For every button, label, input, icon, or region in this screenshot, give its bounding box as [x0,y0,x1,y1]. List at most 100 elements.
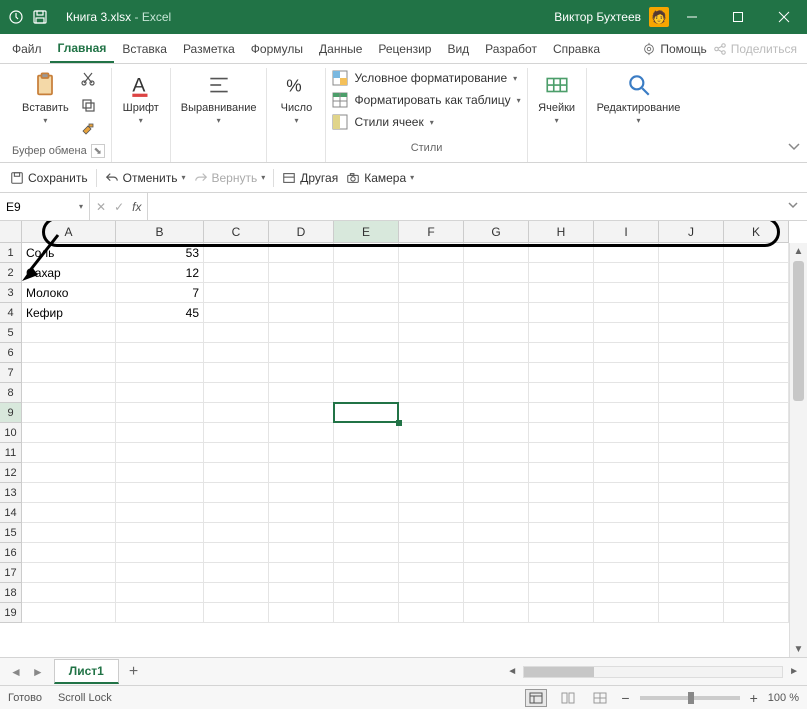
cell[interactable] [116,363,204,383]
cell[interactable] [269,343,334,363]
cell[interactable] [529,323,594,343]
cell[interactable] [659,483,724,503]
cell[interactable] [594,363,659,383]
cancel-formula-button[interactable]: ✕ [96,200,106,214]
cell[interactable] [334,443,399,463]
cell[interactable] [659,323,724,343]
cell[interactable] [724,503,789,523]
cell[interactable] [594,383,659,403]
cell[interactable] [116,383,204,403]
cell[interactable] [399,603,464,623]
cell[interactable] [204,283,269,303]
row-header[interactable]: 17 [0,563,22,583]
cell[interactable] [464,303,529,323]
cell[interactable] [22,583,116,603]
cell[interactable] [594,483,659,503]
cell[interactable] [269,563,334,583]
cell[interactable] [204,483,269,503]
cell[interactable] [594,543,659,563]
scroll-left-button[interactable]: ◄ [503,666,521,677]
cell[interactable] [269,243,334,263]
cell[interactable] [464,343,529,363]
cell[interactable] [399,343,464,363]
cell[interactable] [724,543,789,563]
tab-home[interactable]: Главная [50,34,115,63]
cell[interactable] [399,323,464,343]
cell[interactable] [22,483,116,503]
zoom-out-button[interactable]: − [621,690,629,706]
cells-button[interactable]: Ячейки ▾ [534,68,580,127]
tab-review[interactable]: Рецензир [370,34,439,63]
row-header[interactable]: 6 [0,343,22,363]
cell[interactable]: Кефир [22,303,116,323]
cell[interactable] [464,523,529,543]
cell[interactable] [399,403,464,423]
other-button[interactable]: Другая [282,171,338,185]
cell[interactable] [22,343,116,363]
copy-button[interactable] [77,94,99,116]
cell[interactable] [204,603,269,623]
paste-button[interactable]: Вставить ▾ [18,68,73,127]
cell[interactable] [399,283,464,303]
cell[interactable] [334,243,399,263]
cell[interactable] [399,263,464,283]
alignment-button[interactable]: Выравнивание ▾ [177,68,261,127]
cell[interactable] [334,583,399,603]
cell[interactable] [334,323,399,343]
tab-formulas[interactable]: Формулы [243,34,311,63]
cell[interactable] [659,343,724,363]
cell[interactable]: 12 [116,263,204,283]
row-header[interactable]: 11 [0,443,22,463]
cell[interactable] [204,503,269,523]
cell[interactable] [529,583,594,603]
hscrollbar-thumb[interactable] [524,667,594,677]
scroll-up-button[interactable]: ▲ [790,243,807,259]
cell[interactable] [334,563,399,583]
cell[interactable] [399,483,464,503]
cell[interactable] [204,523,269,543]
spreadsheet-grid[interactable]: ABCDEFGHIJK 1234567891011121314151617181… [0,221,807,657]
enter-formula-button[interactable]: ✓ [114,200,124,214]
view-normal-button[interactable] [525,689,547,707]
cell[interactable] [22,443,116,463]
cell[interactable] [116,343,204,363]
row-header[interactable]: 10 [0,423,22,443]
cell[interactable]: 53 [116,243,204,263]
camera-button[interactable]: Камера▾ [346,171,414,185]
cell[interactable] [399,563,464,583]
row-header[interactable]: 3 [0,283,22,303]
cell[interactable] [724,583,789,603]
cell[interactable] [399,383,464,403]
cell[interactable] [659,403,724,423]
column-header[interactable]: K [724,221,789,243]
cell[interactable] [204,403,269,423]
cell[interactable] [529,483,594,503]
cell[interactable] [22,323,116,343]
format-painter-button[interactable] [77,120,99,142]
cell[interactable] [594,443,659,463]
cell[interactable] [399,523,464,543]
column-header[interactable]: I [594,221,659,243]
cell[interactable] [659,603,724,623]
cell[interactable] [334,263,399,283]
sheet-tab[interactable]: Лист1 [54,659,119,684]
cell[interactable] [269,543,334,563]
row-header[interactable]: 15 [0,523,22,543]
editing-button[interactable]: Редактирование ▾ [593,68,685,127]
cell[interactable] [724,563,789,583]
cell[interactable] [22,403,116,423]
cell[interactable] [594,423,659,443]
cell[interactable] [529,503,594,523]
fx-button[interactable]: fx [132,200,141,214]
scroll-right-button[interactable]: ► [785,666,803,677]
cell[interactable] [594,583,659,603]
cell[interactable] [334,463,399,483]
cell[interactable] [204,303,269,323]
cell[interactable] [269,363,334,383]
cell-styles-button[interactable]: Стили ячеек▾ [332,112,520,132]
cell[interactable] [464,323,529,343]
cell[interactable] [724,343,789,363]
cell[interactable] [594,263,659,283]
cell[interactable] [464,283,529,303]
cell[interactable] [116,323,204,343]
